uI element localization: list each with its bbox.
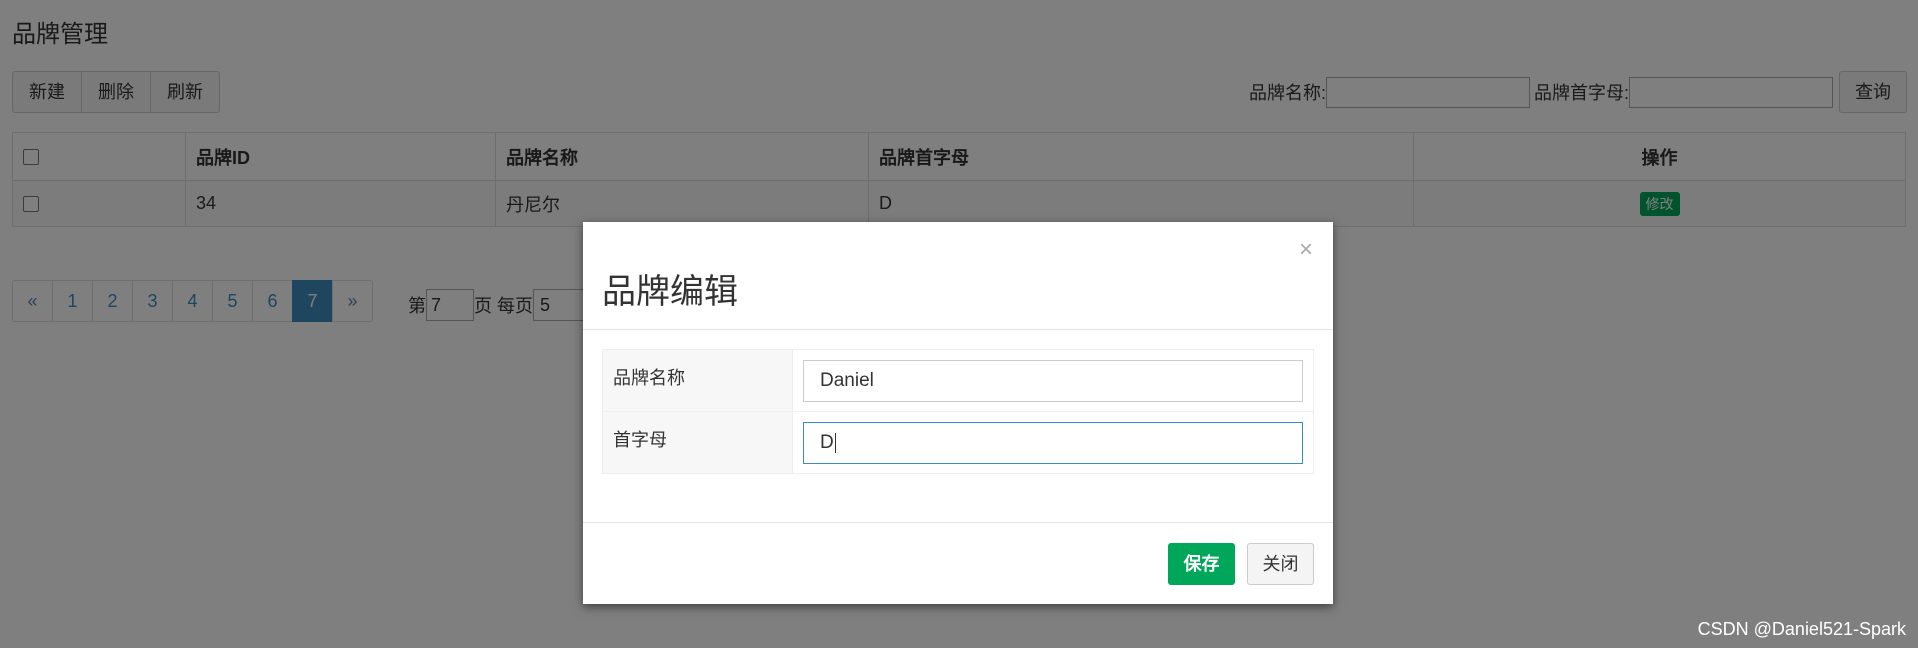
brand-name-label: 品牌名称 bbox=[602, 349, 793, 412]
form-row-first-letter: 首字母 D bbox=[602, 411, 1314, 474]
brand-edit-form: 品牌名称 Daniel 首字母 D bbox=[602, 349, 1314, 474]
first-letter-label: 首字母 bbox=[602, 411, 793, 474]
brand-name-cell: Daniel bbox=[792, 349, 1314, 412]
brand-name-value: Daniel bbox=[820, 370, 874, 391]
modal-title: 品牌编辑 bbox=[602, 273, 738, 311]
close-button[interactable]: 关闭 bbox=[1247, 543, 1314, 585]
modal-footer: 保存 关闭 bbox=[583, 522, 1333, 604]
text-caret bbox=[834, 432, 836, 453]
save-button[interactable]: 保存 bbox=[1168, 543, 1235, 585]
watermark: CSDN @Daniel521-Spark bbox=[1697, 619, 1906, 639]
form-row-brand-name: 品牌名称 Daniel bbox=[602, 349, 1314, 412]
first-letter-value: D bbox=[820, 432, 834, 453]
brand-name-field[interactable]: Daniel bbox=[803, 360, 1303, 402]
first-letter-field[interactable]: D bbox=[803, 422, 1303, 464]
close-icon[interactable]: × bbox=[1299, 236, 1313, 264]
modal-header: 品牌编辑 × bbox=[583, 222, 1333, 330]
brand-edit-modal: 品牌编辑 × 品牌名称 Daniel 首字母 D 保存 关闭 bbox=[583, 222, 1333, 604]
first-letter-cell: D bbox=[792, 411, 1314, 474]
